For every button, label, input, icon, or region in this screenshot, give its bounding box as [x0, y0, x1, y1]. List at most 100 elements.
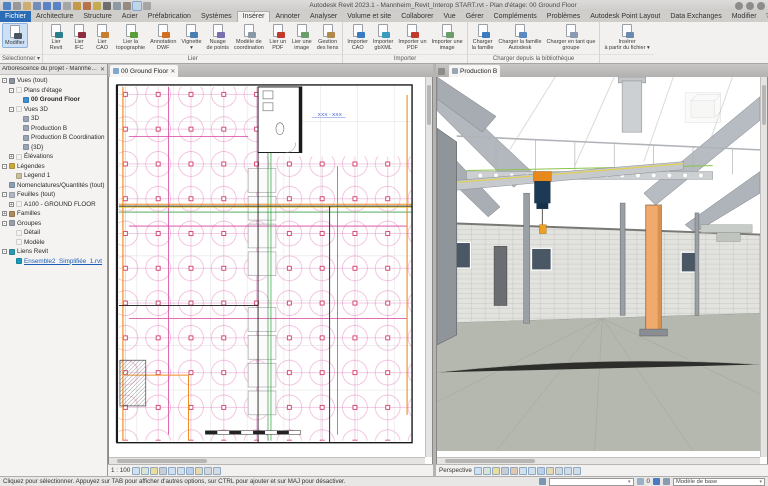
import-pdf-button[interactable]: Importer un PDF — [396, 23, 428, 52]
ribbon-tab[interactable]: Préfabrication — [143, 11, 196, 22]
import-image-button[interactable]: Importer une image — [430, 23, 465, 52]
projection-mode-label[interactable]: Perspective — [439, 467, 472, 474]
ribbon-tab[interactable]: Gérer — [461, 11, 489, 22]
temporary-hide-isolate-icon[interactable] — [536, 466, 545, 475]
open-icon[interactable] — [23, 1, 31, 10]
tree-expander-icon[interactable]: - — [2, 249, 7, 255]
select-toggle-icon[interactable] — [663, 478, 670, 485]
shadows-icon[interactable] — [500, 466, 509, 475]
ribbon-tab[interactable]: Volume et site — [342, 11, 396, 22]
close-icon[interactable]: ✕ — [100, 66, 105, 73]
ribbon-tab[interactable]: Structure — [78, 11, 116, 22]
undo-icon[interactable] — [43, 1, 51, 10]
crop-view-icon[interactable] — [518, 466, 527, 475]
tree-expander-icon[interactable] — [9, 230, 14, 235]
tree-expander-icon[interactable]: - — [2, 220, 7, 226]
view-list-icon[interactable] — [438, 68, 445, 75]
dwf-markup-button[interactable]: Annotation DWF — [148, 23, 178, 52]
tree-expander-icon[interactable]: + — [9, 154, 14, 160]
import-gbxml-button[interactable]: Importer gbXML — [371, 23, 395, 52]
visual-style-icon[interactable] — [141, 466, 150, 475]
tree-item[interactable]: 3D — [0, 114, 107, 124]
tree-item[interactable]: 00 Ground Floor — [0, 95, 107, 105]
reveal-constraints-icon[interactable] — [572, 466, 581, 475]
plan-vertical-scrollbar[interactable] — [425, 77, 432, 457]
tab-production-b[interactable]: Production B — [449, 65, 501, 77]
sun-path-icon[interactable] — [150, 466, 159, 475]
view3d-vertical-scrollbar[interactable] — [760, 77, 767, 457]
link-topography-button[interactable]: Lier la topographie — [114, 23, 147, 52]
file-menu-icon[interactable] — [13, 1, 21, 10]
ribbon-tab[interactable]: Analyser — [305, 11, 342, 22]
sun-path-icon[interactable] — [491, 466, 500, 475]
print-icon[interactable] — [63, 1, 71, 10]
tree-item[interactable]: Production B — [0, 124, 107, 134]
ribbon-tab[interactable]: Autodesk Point Layout — [585, 11, 665, 22]
tree-item[interactable]: Legend 1 — [0, 171, 107, 181]
tree-item[interactable]: + Élévations — [0, 152, 107, 162]
section-icon[interactable] — [123, 1, 131, 10]
crop-region-visibility-icon[interactable] — [527, 466, 536, 475]
tree-item[interactable]: - Groupes — [0, 219, 107, 229]
tree-item[interactable]: - Feuilles (tout) — [0, 190, 107, 200]
ribbon-group-label[interactable]: Sélectionner ▾ — [0, 54, 43, 63]
ribbon-tab[interactable]: Collaborer — [396, 11, 438, 22]
search-icon[interactable] — [735, 1, 743, 10]
shadows-icon[interactable] — [159, 466, 168, 475]
ribbon-tab[interactable]: Problèmes — [542, 11, 585, 22]
tree-expander-icon[interactable] — [16, 126, 21, 131]
ribbon-tab[interactable]: Systèmes — [196, 11, 237, 22]
link-image-button[interactable]: Lier une image — [290, 23, 314, 52]
decal-button[interactable]: Vignette ▾ — [179, 23, 203, 52]
load-family-button[interactable]: Charger la famille — [470, 23, 496, 52]
tree-item[interactable]: Modèle — [0, 238, 107, 248]
crop-view-icon[interactable] — [168, 466, 177, 475]
detail-level-icon[interactable] — [473, 466, 482, 475]
tree-expander-icon[interactable]: - — [2, 78, 7, 84]
tree-item[interactable]: + Familles — [0, 209, 107, 219]
save-icon[interactable] — [33, 1, 41, 10]
temporary-hide-isolate-icon[interactable] — [186, 466, 195, 475]
tree-expander-icon[interactable] — [2, 183, 7, 188]
reveal-hidden-elements-icon[interactable] — [545, 466, 554, 475]
help-icon[interactable] — [757, 1, 765, 10]
tree-expander-icon[interactable]: + — [9, 201, 14, 207]
redo-icon[interactable] — [53, 1, 61, 10]
link-pdf-button[interactable]: Lier un PDF — [267, 23, 289, 52]
view3d-canvas[interactable] — [436, 77, 768, 464]
ribbon-tab[interactable]: Vue — [439, 11, 461, 22]
tree-item[interactable]: - Vues (tout) — [0, 76, 107, 86]
tree-expander-icon[interactable]: - — [2, 163, 7, 169]
tree-item[interactable]: Ensemble2_Simplifiée_1.rvt — [0, 257, 107, 267]
link-cad-button[interactable]: Lier CAO — [91, 23, 113, 52]
worksets-icon[interactable] — [538, 478, 546, 485]
tree-expander-icon[interactable] — [9, 259, 14, 264]
coordination-model-button[interactable]: Modèle de coordination — [232, 23, 266, 52]
workset-select[interactable]: ▾ — [548, 477, 634, 486]
ribbon-tab[interactable]: Annoter — [270, 11, 305, 22]
rendering-dialog-icon[interactable] — [509, 466, 518, 475]
tree-expander-icon[interactable]: - — [9, 87, 14, 93]
ribbon-tab[interactable]: Insérer — [236, 11, 271, 22]
editable-only-icon[interactable] — [636, 478, 644, 485]
visual-style-icon[interactable] — [482, 466, 491, 475]
tree-item[interactable]: Nomenclatures/Quantités (tout) — [0, 181, 107, 191]
tree-item[interactable]: - Liens Revit — [0, 247, 107, 257]
link-ifc-button[interactable]: Lier IFC — [68, 23, 90, 52]
floor-plan-drawing[interactable]: XXX - XXX — [109, 77, 425, 455]
point-cloud-button[interactable]: Nuage de points — [205, 23, 231, 52]
plan-canvas[interactable]: XXX - XXX — [108, 77, 433, 464]
insert-from-file-button[interactable]: Insérer à partir du fichier ▾ — [602, 23, 651, 52]
filter-icon[interactable] — [653, 478, 660, 485]
temporary-view-properties-icon[interactable] — [554, 466, 563, 475]
manage-links-button[interactable]: Gestion des liens — [315, 23, 341, 52]
temporary-view-properties-icon[interactable] — [204, 466, 213, 475]
tree-expander-icon[interactable] — [16, 135, 21, 140]
reveal-constraints-icon[interactable] — [213, 466, 222, 475]
crop-region-visibility-icon[interactable] — [177, 466, 186, 475]
tree-item[interactable]: {3D} — [0, 143, 107, 153]
tree-item[interactable]: Production B Coordination — [0, 133, 107, 143]
measure-icon[interactable] — [73, 1, 81, 10]
tree-expander-icon[interactable] — [16, 116, 21, 121]
switch-windows-icon[interactable] — [143, 1, 151, 10]
